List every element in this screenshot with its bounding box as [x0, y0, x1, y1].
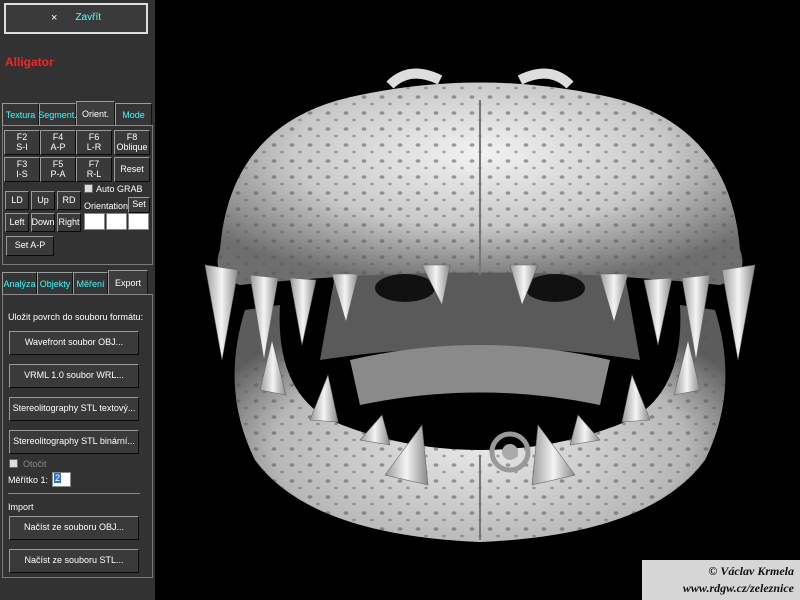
export-stl-binary-button[interactable]: Stereolitography STL binární... [9, 430, 139, 454]
view-lr-button[interactable]: F6 L-R [76, 130, 112, 155]
credit-watermark: © Václav Krmela www.rdgw.cz/zeleznice [642, 560, 800, 600]
export-heading: Uložit povrch do souboru formátu: [8, 312, 144, 322]
export-stl-text-button[interactable]: Stereolitography STL textový... [9, 397, 139, 421]
auto-grab-label: Auto GRAB [96, 184, 143, 194]
import-divider [8, 493, 140, 494]
close-icon: × [51, 11, 58, 24]
key-sub: R-L [86, 168, 102, 179]
control-panel: × Zavřít Alligator Textura Segment. Orie… [0, 0, 155, 600]
import-stl-button[interactable]: Načíst ze souboru STL... [9, 549, 139, 573]
credit-url: www.rdgw.cz/zeleznice [682, 581, 794, 595]
3d-viewport[interactable] [155, 0, 800, 600]
export-obj-button[interactable]: Wavefront soubor OBJ... [9, 331, 139, 355]
close-button[interactable]: × Zavřít [4, 3, 148, 34]
tab-export[interactable]: Export [108, 270, 148, 294]
orientation-field-2[interactable] [106, 213, 127, 230]
key-sub: Oblique [116, 141, 148, 152]
rotate-rd-button[interactable]: RD [57, 191, 81, 210]
bottom-tab-bar: Analýza Objekty Měření Export [2, 270, 148, 294]
tab-analyza[interactable]: Analýza [2, 272, 37, 294]
tab-objekty[interactable]: Objekty [37, 272, 73, 294]
tab-textura[interactable]: Textura [2, 103, 39, 125]
auto-grab-checkbox[interactable] [84, 184, 93, 193]
rotate-right-button[interactable]: Right [57, 213, 81, 232]
orientation-field-1[interactable] [84, 213, 105, 230]
view-pa-button[interactable]: F5 P-A [40, 157, 76, 182]
view-si-button[interactable]: F2 S-I [4, 130, 40, 155]
close-label: Zavřít [75, 12, 101, 24]
tab-mode[interactable]: Mode [115, 103, 152, 125]
import-obj-button[interactable]: Načíst ze souboru OBJ... [9, 516, 139, 540]
otocit-checkbox[interactable] [9, 459, 18, 468]
alligator-skull-render [204, 68, 756, 542]
credit-author: © Václav Krmela [708, 564, 794, 578]
orientation-field-3[interactable] [128, 213, 149, 230]
rotate-down-button[interactable]: Down [31, 213, 55, 232]
rotate-up-button[interactable]: Up [31, 191, 55, 210]
key-sub: P-A [50, 168, 66, 179]
view-oblique-button[interactable]: F8 Oblique [114, 130, 150, 155]
otocit-label: Otočit [23, 459, 47, 469]
view-ap-button[interactable]: F4 A-P [40, 130, 76, 155]
tab-mereni[interactable]: Měření [73, 272, 108, 294]
tab-segment[interactable]: Segment. [38, 103, 77, 125]
orientation-set-button[interactable]: Set [128, 197, 150, 213]
scale-input[interactable]: 2 [52, 472, 71, 487]
import-heading: Import [8, 502, 34, 512]
key-sub: S-I [16, 141, 28, 152]
reset-button[interactable]: Reset [114, 157, 150, 182]
top-tab-bar: Textura Segment. Orient. Mode [2, 101, 152, 125]
page-title: Alligator [5, 55, 54, 69]
view-rl-button[interactable]: F7 R-L [76, 157, 112, 182]
view-is-button[interactable]: F3 I-S [4, 157, 40, 182]
export-wrl-button[interactable]: VRML 1.0 soubor WRL... [9, 364, 139, 388]
set-ap-button[interactable]: Set A-P [6, 236, 54, 256]
key-sub: L-R [86, 141, 102, 152]
scale-value: 2 [54, 473, 62, 483]
key-sub: I-S [16, 168, 28, 179]
key-sub: A-P [50, 141, 66, 152]
tab-orient[interactable]: Orient. [76, 101, 115, 125]
orientation-label: Orientation: [84, 201, 131, 211]
rotate-ld-button[interactable]: LD [5, 191, 29, 210]
scale-label: Měřítko 1: [8, 475, 49, 485]
rotate-left-button[interactable]: Left [5, 213, 29, 232]
